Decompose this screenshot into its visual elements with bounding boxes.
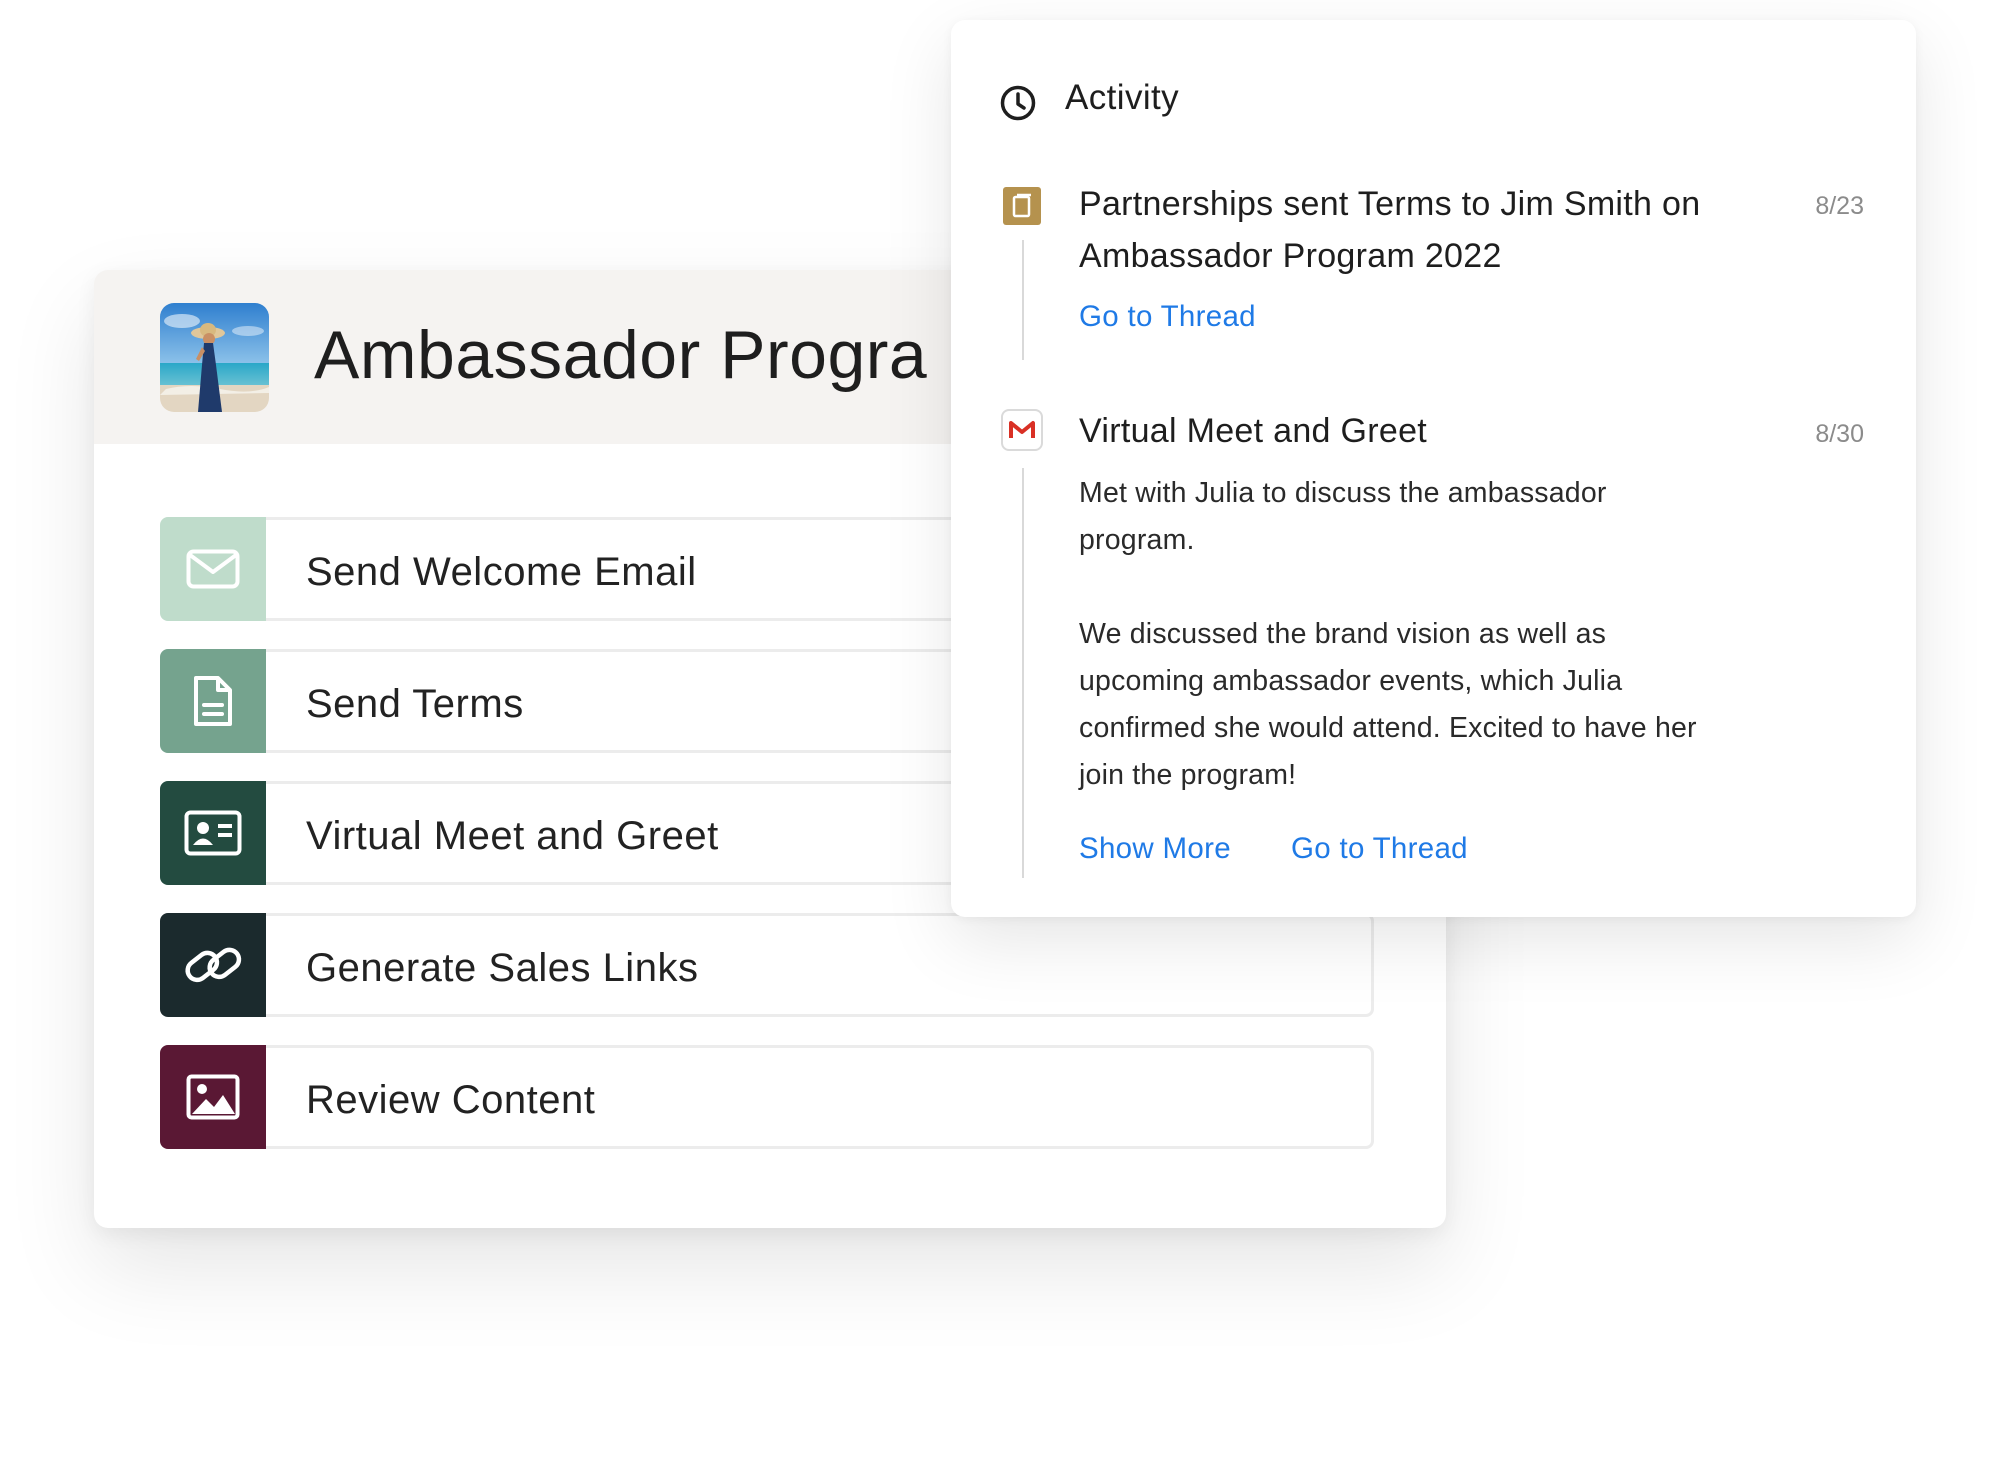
document-icon [194, 676, 232, 726]
activity-panel: Activity Partnerships sent Terms to Jim … [951, 20, 1916, 917]
task-label: Send Terms [306, 682, 524, 726]
task-review-content[interactable]: Review Content [160, 1045, 1374, 1149]
link-icon [185, 947, 242, 983]
activity-entry-date: 8/23 [1815, 192, 1864, 220]
go-to-thread-link[interactable]: Go to Thread [1079, 300, 1256, 334]
activity-entry-date: 8/30 [1815, 420, 1864, 448]
activity-entry-title: Virtual Meet and Greet [1079, 412, 1428, 450]
timeline-line [1022, 468, 1024, 878]
go-to-thread-link[interactable]: Go to Thread [1291, 832, 1468, 866]
activity-entry-body: Met with Julia to discuss the ambassador… [1079, 470, 1699, 799]
task-label: Review Content [306, 1078, 596, 1122]
timeline-line [1022, 240, 1024, 360]
envelope-icon [186, 549, 240, 589]
task-icon-tile [160, 781, 266, 885]
task-generate-sales-links[interactable]: Generate Sales Links [160, 913, 1374, 1017]
avatar[interactable] [160, 303, 269, 412]
task-label: Virtual Meet and Greet [306, 814, 719, 858]
task-box[interactable]: Review Content [266, 1045, 1374, 1149]
task-icon-tile [160, 1045, 266, 1149]
task-icon-tile [160, 913, 266, 1017]
task-icon-tile [160, 517, 266, 621]
image-icon [186, 1074, 240, 1120]
show-more-link[interactable]: Show More [1079, 832, 1231, 866]
document-badge-icon [1003, 187, 1041, 225]
activity-entry-paragraph: Met with Julia to discuss the ambassador… [1079, 477, 1607, 556]
activity-entry-title: Partnerships sent Terms to Jim Smith on … [1079, 185, 1701, 275]
task-label: Generate Sales Links [306, 946, 699, 990]
activity-entry-paragraph: We discussed the brand vision as well as… [1079, 618, 1697, 791]
task-box[interactable]: Generate Sales Links [266, 913, 1374, 1017]
gmail-icon [1001, 409, 1043, 451]
clock-icon [1000, 85, 1036, 121]
beach-photo-avatar-icon [160, 303, 269, 412]
task-icon-tile [160, 649, 266, 753]
page-title: Ambassador Progra [314, 317, 928, 393]
id-card-icon [184, 810, 242, 856]
task-label: Send Welcome Email [306, 550, 697, 594]
activity-title: Activity [1065, 78, 1180, 117]
